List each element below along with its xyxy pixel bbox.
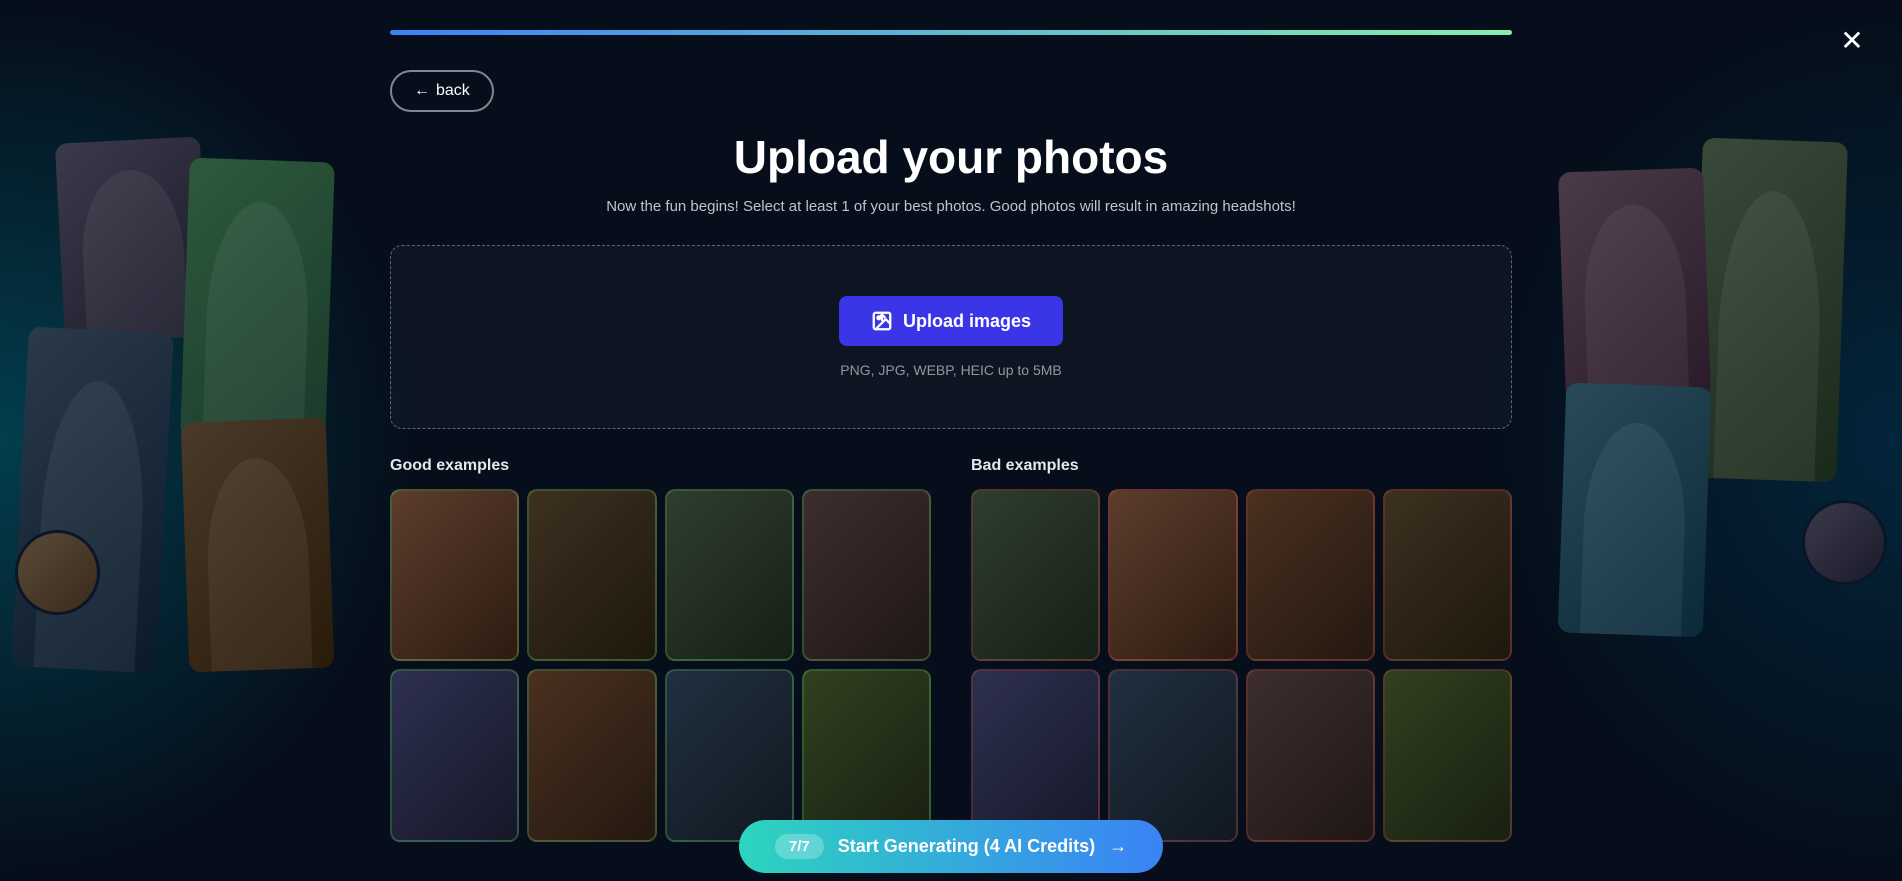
generate-badge: 7/7 xyxy=(775,834,824,859)
upload-icon xyxy=(871,310,893,332)
bad-examples-label: Bad examples xyxy=(971,457,1512,475)
right-photo-3 xyxy=(1558,383,1712,638)
close-button[interactable]: ✕ xyxy=(1832,20,1872,60)
bad-example-3 xyxy=(1246,489,1375,661)
upload-images-button[interactable]: Upload images xyxy=(839,296,1063,346)
upload-images-label: Upload images xyxy=(903,311,1031,332)
bad-example-1 xyxy=(971,489,1100,661)
upload-dropzone[interactable]: Upload images PNG, JPG, WEBP, HEIC up to… xyxy=(390,245,1512,429)
generate-label: Start Generating (4 AI Credits) xyxy=(838,836,1095,857)
page-subtitle: Now the fun begins! Select at least 1 of… xyxy=(606,198,1296,215)
bottom-bar: 7/7 Start Generating (4 AI Credits) → xyxy=(390,811,1512,881)
good-example-1 xyxy=(390,489,519,661)
bad-example-4 xyxy=(1383,489,1512,661)
bad-examples-column: Bad examples xyxy=(971,457,1512,842)
good-example-4 xyxy=(802,489,931,661)
page-title: Upload your photos xyxy=(734,130,1168,184)
left-circle-photo xyxy=(15,530,100,615)
right-decorative-photos xyxy=(1522,140,1902,740)
left-photo-4 xyxy=(11,326,174,673)
good-example-3 xyxy=(665,489,794,661)
generate-arrow-icon: → xyxy=(1109,836,1127,857)
bad-examples-grid xyxy=(971,489,1512,842)
left-photo-2 xyxy=(180,158,335,443)
right-circle-photo xyxy=(1802,500,1887,585)
examples-section: Good examples Bad examples xyxy=(390,457,1512,842)
progress-bar-container xyxy=(390,30,1512,35)
good-examples-grid xyxy=(390,489,931,842)
bad-example-2 xyxy=(1108,489,1237,661)
progress-bar-fill xyxy=(390,30,1512,35)
good-example-2 xyxy=(527,489,656,661)
left-decorative-photos xyxy=(0,140,380,740)
good-examples-label: Good examples xyxy=(390,457,931,475)
main-content: Upload your photos Now the fun begins! S… xyxy=(390,70,1512,881)
left-photo-3 xyxy=(181,418,335,673)
right-photo-1 xyxy=(1691,138,1848,483)
right-photo-2 xyxy=(1558,168,1711,403)
good-examples-column: Good examples xyxy=(390,457,931,842)
upload-hint: PNG, JPG, WEBP, HEIC up to 5MB xyxy=(840,362,1061,378)
start-generating-button[interactable]: 7/7 Start Generating (4 AI Credits) → xyxy=(739,820,1163,873)
